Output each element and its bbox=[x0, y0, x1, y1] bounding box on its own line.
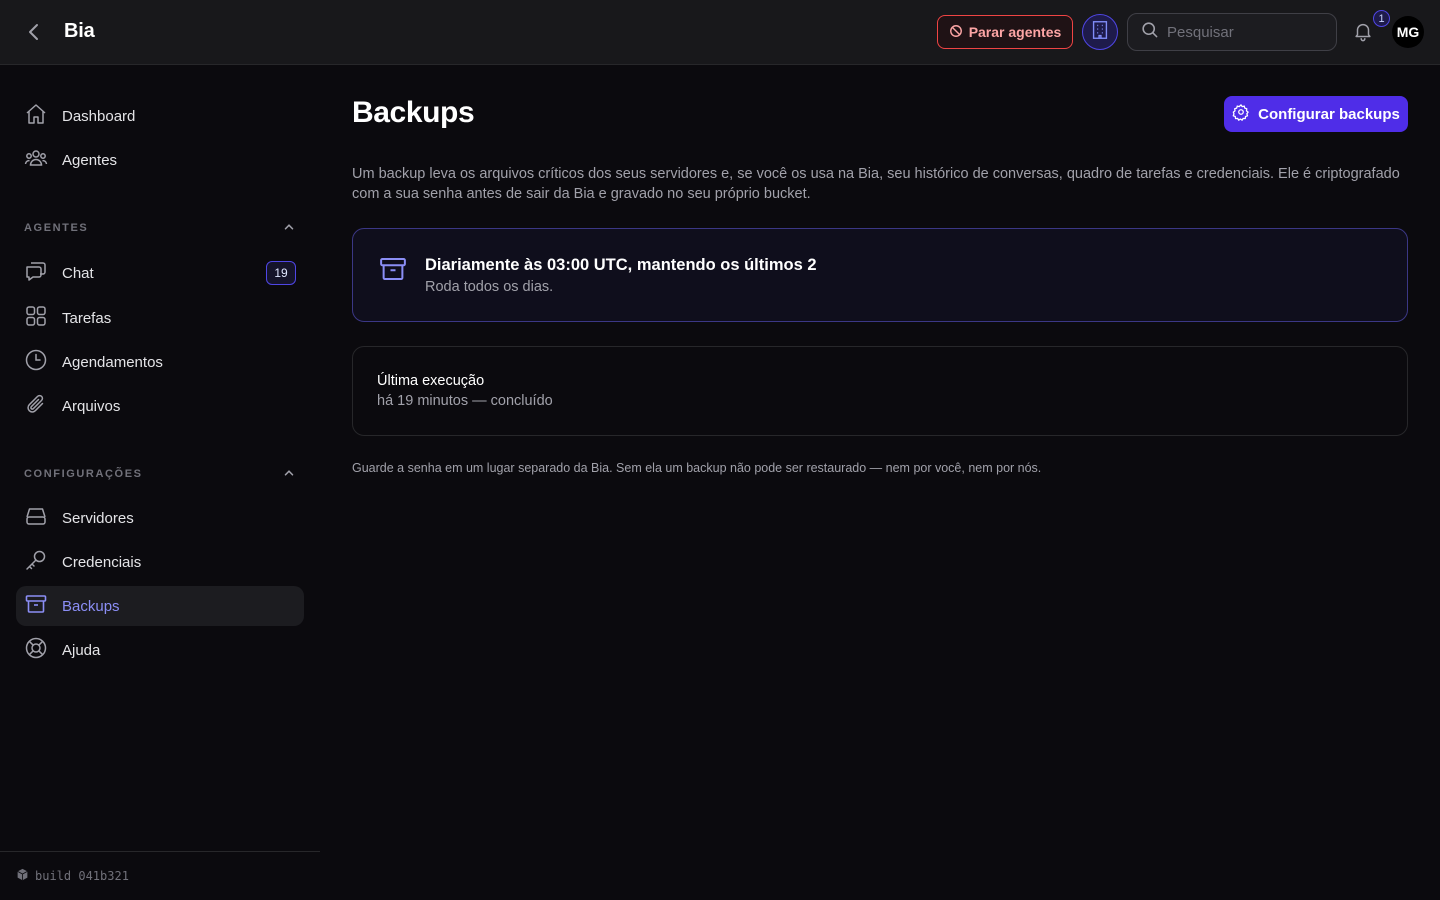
schedule-subtitle: Roda todos os dias. bbox=[425, 279, 554, 295]
avatar[interactable]: MG bbox=[1392, 16, 1424, 48]
app-title: Bia bbox=[64, 20, 95, 42]
search-input[interactable] bbox=[1167, 23, 1317, 41]
search-icon bbox=[1140, 20, 1159, 44]
search-box[interactable] bbox=[1127, 13, 1337, 51]
notification-badge: 1 bbox=[1373, 10, 1390, 27]
build-footer: build 041b321 bbox=[0, 851, 320, 900]
schedule-card: Diariamente às 03:00 UTC, mantendo os úl… bbox=[352, 228, 1408, 322]
sidebar-item-servidores[interactable]: Servidores bbox=[16, 498, 304, 538]
sidebar-item-label: Backups bbox=[62, 597, 120, 615]
server-icon bbox=[24, 504, 48, 532]
sidebar-item-dashboard[interactable]: Dashboard bbox=[16, 96, 304, 136]
prohibited-icon bbox=[949, 24, 963, 41]
sidebar-item-label: Dashboard bbox=[62, 107, 136, 125]
grid-icon bbox=[24, 304, 48, 332]
key-icon bbox=[24, 548, 48, 576]
top-bar: Bia Parar agentes 1 MG bbox=[0, 0, 1440, 65]
sidebar-item-label: Tarefas bbox=[62, 309, 112, 327]
lifebuoy-icon bbox=[24, 636, 48, 664]
sidebar-item-label: Ajuda bbox=[62, 641, 101, 659]
sidebar-item-label: Chat bbox=[62, 264, 94, 282]
config-section-toggle[interactable]: CONFIGURAÇÕES bbox=[24, 464, 296, 484]
archive-icon bbox=[24, 592, 48, 620]
sidebar-item-chat[interactable]: Chat 19 bbox=[16, 253, 304, 293]
sidebar-item-label: Agentes bbox=[62, 151, 118, 169]
chevron-up-icon bbox=[282, 466, 296, 483]
sidebar-item-label: Credenciais bbox=[62, 553, 142, 571]
sidebar-item-label: Servidores bbox=[62, 509, 134, 527]
sidebar-item-backups[interactable]: Backups bbox=[16, 586, 304, 626]
stop-agents-label: Parar agentes bbox=[968, 24, 1062, 40]
home-icon bbox=[24, 102, 48, 130]
sidebar-item-ajuda[interactable]: Ajuda bbox=[16, 630, 304, 670]
section-heading: AGENTES bbox=[24, 222, 89, 234]
chevron-up-icon bbox=[282, 220, 296, 237]
paperclip-icon bbox=[24, 392, 48, 420]
sidebar-item-agentes[interactable]: Agentes bbox=[16, 140, 304, 180]
bell-icon[interactable] bbox=[1352, 20, 1376, 44]
sidebar-item-agendamentos[interactable]: Agendamentos bbox=[16, 342, 304, 382]
archive-icon bbox=[378, 254, 408, 284]
clock-icon bbox=[24, 348, 48, 376]
agents-section-toggle[interactable]: AGENTES bbox=[24, 218, 296, 238]
chat-count-badge: 19 bbox=[266, 261, 296, 285]
sidebar-item-arquivos[interactable]: Arquivos bbox=[16, 386, 304, 426]
sidebar-item-credenciais[interactable]: Credenciais bbox=[16, 542, 304, 582]
users-icon bbox=[24, 146, 48, 174]
intro-text: Um backup leva os arquivos críticos dos … bbox=[352, 166, 1400, 202]
schedule-title: Diariamente às 03:00 UTC, mantendo os úl… bbox=[425, 256, 817, 274]
password-note: Guarde a senha em um lugar separado da B… bbox=[352, 461, 1042, 475]
configure-backups-button[interactable]: Configurar backups bbox=[1224, 96, 1408, 132]
gear-icon bbox=[1232, 103, 1250, 125]
cube-icon bbox=[16, 868, 29, 884]
stop-agents-button[interactable]: Parar agentes bbox=[937, 15, 1073, 49]
configure-backups-label: Configurar backups bbox=[1258, 105, 1400, 123]
section-heading: CONFIGURAÇÕES bbox=[24, 468, 143, 480]
sidebar-item-tarefas[interactable]: Tarefas bbox=[16, 298, 304, 338]
sidebar-item-label: Agendamentos bbox=[62, 353, 163, 371]
last-run-status: há 19 minutos — concluído bbox=[377, 393, 553, 409]
last-run-label: Última execução bbox=[377, 373, 485, 389]
chat-icon bbox=[24, 259, 48, 287]
page-title: Backups bbox=[352, 96, 475, 129]
last-run-card: Última execução há 19 minutos — concluíd… bbox=[352, 346, 1408, 436]
sidebar-item-label: Arquivos bbox=[62, 397, 121, 415]
sidebar: Dashboard Agentes AGENTES Chat 19 Tarefa… bbox=[0, 65, 320, 900]
build-label: build 041b321 bbox=[35, 869, 129, 883]
back-arrow-icon[interactable] bbox=[22, 20, 46, 44]
building-icon bbox=[1089, 19, 1111, 46]
organization-button[interactable] bbox=[1082, 14, 1118, 50]
